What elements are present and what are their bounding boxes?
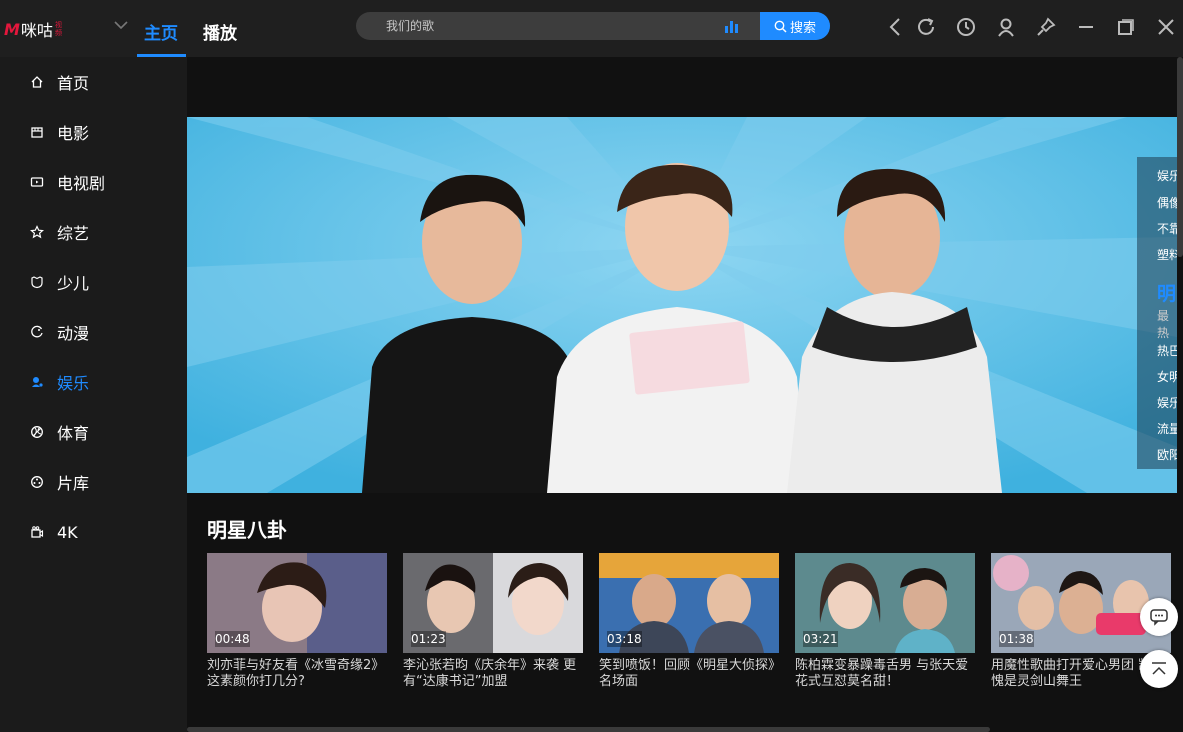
video-card[interactable]: 01:23 李沁张若昀《庆余年》来袭 更有“达康书记”加盟 — [403, 553, 583, 690]
back-to-top-button[interactable] — [1140, 650, 1178, 688]
banner-side-item[interactable]: 女明 — [1157, 368, 1177, 385]
home-icon — [31, 76, 43, 88]
sidebar-item-label: 电视剧 — [57, 174, 106, 193]
sidebar-item-tv[interactable]: 电视剧 — [0, 157, 187, 207]
logo-mark: M — [4, 19, 20, 39]
sidebar-item-label: 综艺 — [57, 224, 90, 243]
4k-icon — [31, 526, 44, 538]
vertical-scrollbar[interactable] — [1177, 57, 1183, 257]
entertainment-icon — [32, 377, 43, 387]
close-icon[interactable] — [1155, 16, 1177, 38]
main-content: 娱乐 偶像 不靠 塑料 明 最热 热巴 女明 娱乐 流量 欧阳 明星八卦 00:… — [187, 57, 1183, 732]
sidebar-item-label: 片库 — [57, 474, 90, 493]
banner-side-subtitle: 最热 — [1157, 309, 1170, 340]
star-icon — [30, 225, 44, 239]
refresh-icon[interactable] — [915, 16, 937, 38]
banner-side-highlight[interactable]: 明 — [1157, 279, 1176, 306]
film-reel-icon — [31, 476, 43, 488]
maximize-icon[interactable] — [1115, 16, 1137, 38]
video-thumbnail[interactable]: 01:23 — [403, 553, 583, 653]
tab-home[interactable]: 主页 — [144, 19, 178, 44]
search-button[interactable]: 搜索 — [760, 12, 830, 40]
sidebar-item-kids[interactable]: 少儿 — [0, 257, 187, 307]
banner-side-item[interactable]: 娱乐 — [1157, 167, 1177, 184]
video-card[interactable]: 03:21 陈柏霖变暴躁毒舌男 与张天爱花式互怼莫名甜！ — [795, 553, 975, 690]
pin-icon[interactable] — [1035, 16, 1057, 38]
kids-icon — [31, 276, 43, 289]
video-title[interactable]: 笑到喷饭！回顾《明星大侦探》名场面 — [599, 658, 779, 690]
equalizer-icon[interactable] — [724, 18, 740, 34]
banner-side-item[interactable]: 不靠 — [1157, 220, 1177, 237]
chat-bubble-icon — [1150, 609, 1168, 626]
migu-video-app: M 咪咕 视频 主页 播放 搜索 首页 — [0, 0, 1183, 732]
video-duration: 03:21 — [803, 631, 838, 647]
video-duration: 00:48 — [215, 631, 250, 647]
video-duration: 01:38 — [999, 631, 1034, 647]
user-icon[interactable] — [995, 16, 1017, 38]
history-clock-icon[interactable] — [955, 16, 977, 38]
search-button-label: 搜索 — [789, 20, 816, 36]
app-logo[interactable]: M 咪咕 视频 — [4, 17, 67, 41]
anime-icon — [31, 325, 43, 338]
hero-banner[interactable]: 娱乐 偶像 不靠 塑料 明 最热 热巴 女明 娱乐 流量 欧阳 — [187, 117, 1177, 493]
video-card[interactable]: 03:18 笑到喷饭！回顾《明星大侦探》名场面 — [599, 553, 779, 690]
logo-text: 咪咕 — [20, 21, 53, 40]
sidebar-item-anime[interactable]: 动漫 — [0, 307, 187, 357]
banner-side-item[interactable]: 热巴 — [1157, 342, 1177, 359]
sidebar-item-sports[interactable]: 体育 — [0, 407, 187, 457]
sidebar-item-label: 少儿 — [57, 274, 90, 293]
sports-ball-icon — [31, 426, 43, 438]
sidebar-item-label: 动漫 — [57, 324, 90, 343]
sidebar-item-movie[interactable]: 电影 — [0, 107, 187, 157]
logo-sub: 视频 — [54, 21, 62, 37]
sidebar-item-label: 电影 — [57, 124, 90, 143]
horizontal-scrollbar[interactable] — [187, 727, 990, 732]
search-input[interactable] — [386, 12, 716, 40]
video-thumbnail[interactable]: 00:48 — [207, 553, 387, 653]
sidebar-item-library[interactable]: 片库 — [0, 457, 187, 507]
banner-side-menu: 娱乐 偶像 不靠 塑料 明 最热 热巴 女明 娱乐 流量 欧阳 — [1137, 157, 1177, 469]
video-title[interactable]: 李沁张若昀《庆余年》来袭 更有“达康书记”加盟 — [403, 658, 583, 690]
banner-side-item[interactable]: 偶像 — [1157, 194, 1177, 211]
banner-side-item[interactable]: 塑料 — [1157, 246, 1177, 263]
search-icon — [774, 20, 787, 33]
tv-icon — [30, 177, 44, 187]
sidebar-item-home[interactable]: 首页 — [0, 57, 187, 107]
chevron-down-icon[interactable] — [112, 16, 130, 34]
minimize-icon[interactable] — [1075, 16, 1097, 38]
sidebar: 首页 电影 电视剧 综艺 少儿 动漫 娱乐 体育 片库 4K — [0, 57, 187, 732]
sidebar-item-label: 首页 — [57, 74, 90, 93]
arrow-up-icon — [1152, 662, 1166, 675]
feedback-button[interactable] — [1140, 598, 1178, 636]
back-icon[interactable] — [884, 16, 906, 38]
sidebar-item-label: 娱乐 — [57, 374, 90, 393]
video-thumbnail[interactable]: 03:18 — [599, 553, 779, 653]
banner-side-item[interactable]: 流量 — [1157, 420, 1177, 437]
sidebar-item-label: 体育 — [57, 424, 90, 443]
video-duration: 03:18 — [607, 631, 642, 647]
banner-side-item[interactable]: 娱乐 — [1157, 394, 1177, 411]
banner-image — [187, 117, 1177, 493]
sidebar-item-label: 4K — [57, 522, 78, 542]
video-thumbnail[interactable]: 01:38 — [991, 553, 1171, 653]
sidebar-item-variety[interactable]: 综艺 — [0, 207, 187, 257]
video-card[interactable]: 00:48 刘亦菲与好友看《冰雪奇缘2》 这素颜你打几分? — [207, 553, 387, 690]
video-title[interactable]: 刘亦菲与好友看《冰雪奇缘2》 这素颜你打几分? — [207, 658, 387, 690]
top-bar: M 咪咕 视频 主页 播放 搜索 — [0, 0, 1183, 57]
video-duration: 01:23 — [411, 631, 446, 647]
sidebar-item-entertainment[interactable]: 娱乐 — [0, 357, 187, 407]
film-icon — [31, 127, 43, 138]
banner-side-item[interactable]: 欧阳 — [1157, 446, 1177, 463]
video-thumbnail[interactable]: 03:21 — [795, 553, 975, 653]
tab-play[interactable]: 播放 — [203, 19, 237, 44]
sidebar-item-4k[interactable]: 4K — [0, 507, 187, 557]
section-title: 明星八卦 — [207, 518, 287, 542]
video-title[interactable]: 陈柏霖变暴躁毒舌男 与张天爱花式互怼莫名甜！ — [795, 658, 975, 690]
search-bar: 搜索 — [356, 12, 830, 40]
